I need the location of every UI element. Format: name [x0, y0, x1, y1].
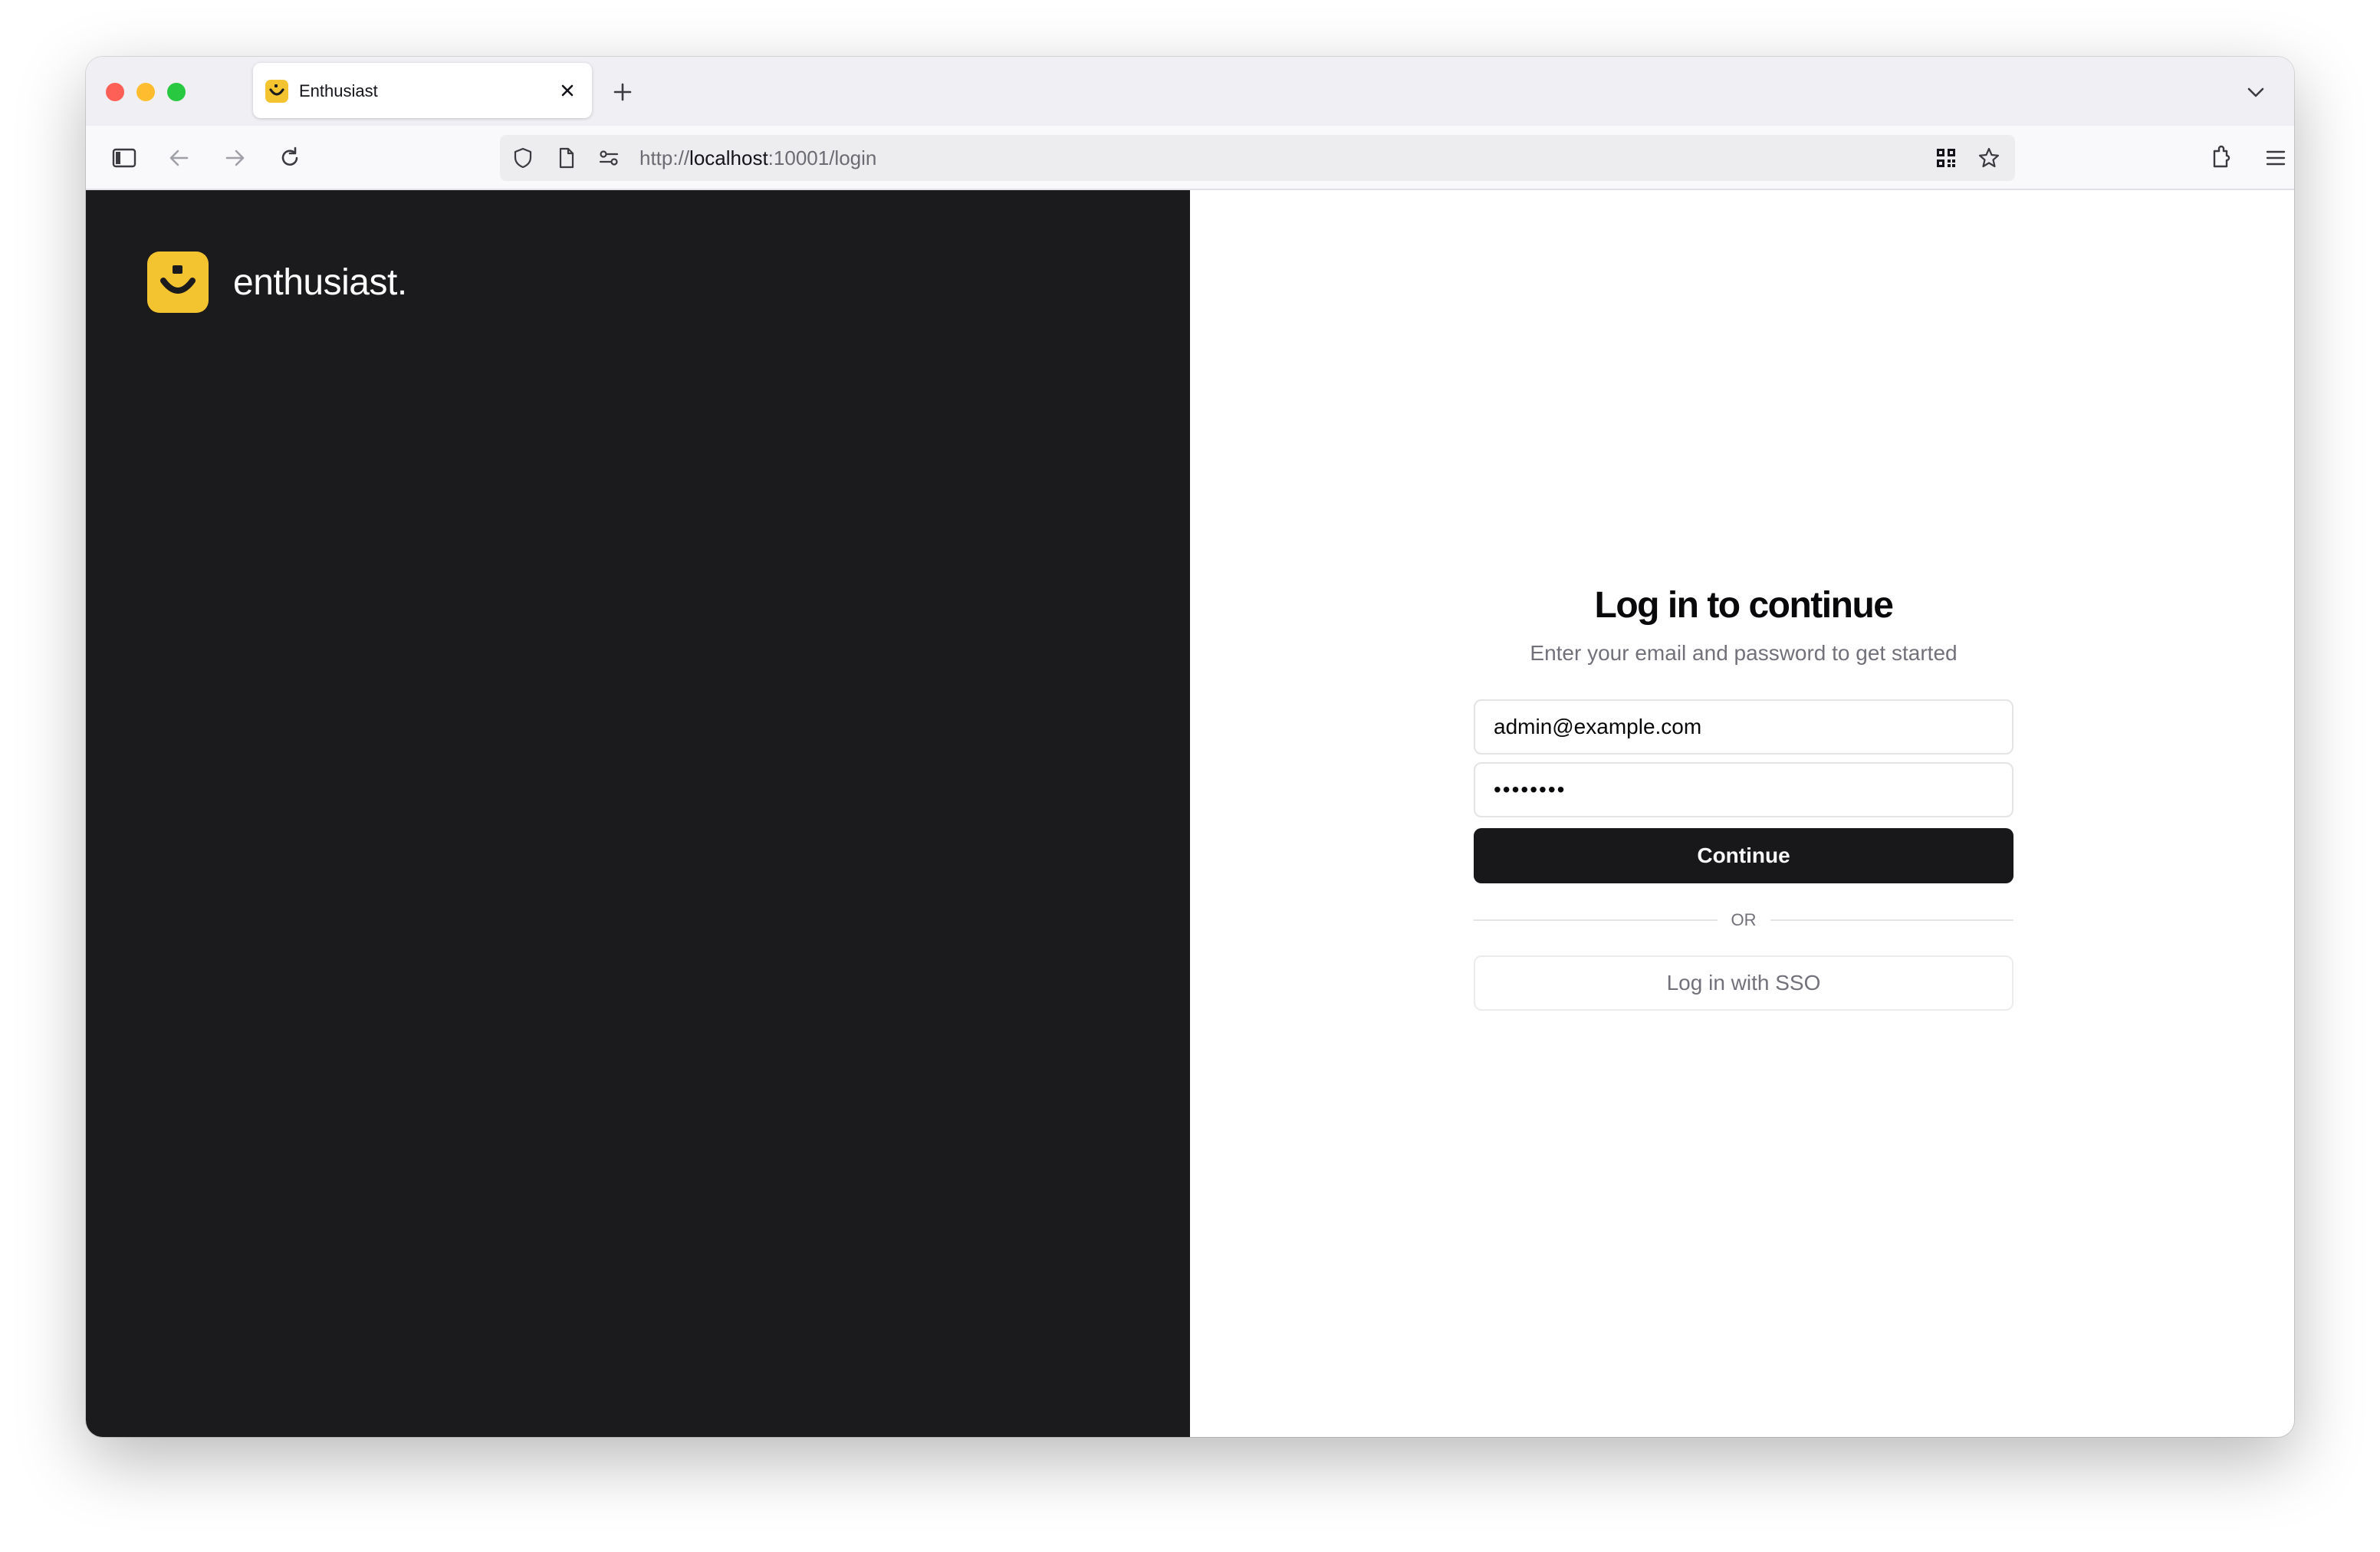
page-content: enthusiast. Log in to continue Enter you… — [86, 190, 2294, 1437]
sidebar-icon[interactable] — [107, 141, 141, 175]
page-subtitle: Enter your email and password to get sta… — [1530, 641, 1958, 665]
tab-strip: Enthusiast — [86, 57, 2294, 126]
brand-name: enthusiast. — [233, 262, 407, 303]
zoom-window-button[interactable] — [167, 83, 186, 101]
tab-enthusiast[interactable]: Enthusiast — [253, 63, 592, 118]
enthusiast-logo-icon — [147, 252, 209, 313]
hamburger-menu-icon[interactable] — [2259, 141, 2293, 175]
url-text[interactable]: http://localhost:10001/login — [639, 146, 876, 170]
divider-line-left — [1474, 919, 1718, 921]
qr-code-icon[interactable] — [1934, 146, 1958, 170]
browser-window: Enthusiast http://localhost:10001/login … — [86, 57, 2294, 1437]
extensions-icon[interactable] — [2204, 141, 2237, 175]
or-divider: OR — [1474, 906, 2013, 934]
login-form: Log in to continue Enter your email and … — [1474, 583, 2013, 1011]
close-tab-icon[interactable] — [555, 78, 580, 103]
enthusiast-logo-icon — [265, 80, 288, 103]
shield-icon[interactable] — [511, 146, 535, 170]
divider-label: OR — [1731, 910, 1757, 929]
bookmark-star-icon[interactable] — [1977, 146, 2001, 170]
tab-title: Enthusiast — [299, 81, 378, 100]
page-title: Log in to continue — [1594, 585, 1894, 626]
continue-button[interactable]: Continue — [1474, 828, 2013, 883]
navigation-bar: http://localhost:10001/login — [86, 126, 2294, 190]
email-field[interactable]: admin@example.com — [1474, 699, 2013, 755]
url-scheme: http:// — [639, 146, 690, 169]
chevron-down-icon[interactable] — [2240, 77, 2271, 107]
divider-line-right — [1770, 919, 2013, 921]
close-window-button[interactable] — [106, 83, 124, 101]
minimize-window-button[interactable] — [136, 83, 155, 101]
url-host: localhost — [689, 146, 768, 169]
password-field[interactable]: •••••••• — [1474, 762, 2013, 817]
page-icon[interactable] — [554, 146, 578, 170]
back-arrow-icon[interactable] — [163, 141, 196, 175]
reload-icon[interactable] — [273, 141, 307, 175]
login-panel: Log in to continue Enter your email and … — [1190, 190, 2294, 1437]
sso-login-button[interactable]: Log in with SSO — [1474, 955, 2013, 1011]
new-tab-icon[interactable] — [607, 77, 638, 107]
url-path: :10001/login — [768, 146, 877, 169]
brand-panel: enthusiast. — [86, 190, 1190, 1437]
address-bar[interactable]: http://localhost:10001/login — [500, 135, 2015, 181]
forward-arrow-icon[interactable] — [218, 141, 251, 175]
permissions-icon[interactable] — [597, 146, 621, 170]
